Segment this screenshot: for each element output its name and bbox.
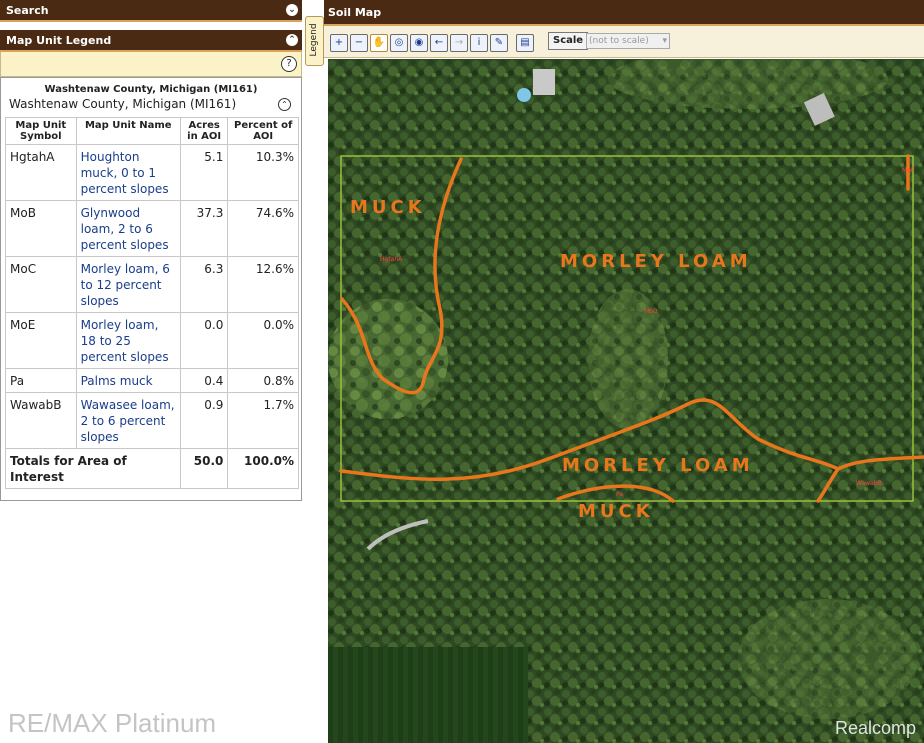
cell-percent: 1.7% <box>227 392 299 449</box>
search-panel-title: Search <box>6 4 49 17</box>
cell-symbol: MoE <box>5 312 77 369</box>
help-icon[interactable]: ? <box>281 56 297 72</box>
collapse-chevron-icon[interactable]: ⌃ <box>286 34 298 46</box>
totals-acres: 50.0 <box>179 448 229 489</box>
pool <box>517 88 531 102</box>
map-unit-legend: Washtenaw County, Michigan (MI161) Washt… <box>0 77 302 501</box>
legend-help-bar: ? <box>0 52 302 77</box>
col-acres: Acres in AOI <box>179 117 229 145</box>
unit-label-pa: Pa <box>616 491 623 498</box>
unit-label-hgtaha: HgtahA <box>380 256 403 263</box>
county-group-row[interactable]: Washtenaw County, Michigan (MI161) ⌃ <box>1 95 301 114</box>
collapse-group-icon[interactable]: ⌃ <box>278 98 291 111</box>
map-label-muck-bottom: MUCK <box>578 501 654 522</box>
back-arrow-icon[interactable]: ← <box>430 34 448 52</box>
county-heading: Washtenaw County, Michigan (MI161) <box>44 84 258 95</box>
cell-name-link[interactable]: Houghton muck, 0 to 1 percent slopes <box>75 144 181 201</box>
watermark-realcomp: Realcomp <box>834 718 916 738</box>
totals-percent: 100.0% <box>227 448 299 489</box>
cell-acres: 6.3 <box>179 256 229 313</box>
cell-name-link[interactable]: Glynwood loam, 2 to 6 percent slopes <box>75 200 181 257</box>
cell-symbol: Pa <box>5 368 77 393</box>
legend-tab[interactable]: Legend <box>305 16 324 66</box>
lighter-vegetation <box>738 599 918 719</box>
scale-button[interactable]: Scale <box>548 32 589 50</box>
col-name: Map Unit Name <box>75 117 181 145</box>
cell-name-link[interactable]: Palms muck <box>75 368 181 393</box>
table-row: MoE Morley loam, 18 to 25 percent slopes… <box>5 312 299 369</box>
chevron-down-icon: ▾ <box>662 36 667 46</box>
lighter-vegetation <box>328 299 448 419</box>
map-label-muck-top: MUCK <box>350 197 426 218</box>
table-row: HgtahA Houghton muck, 0 to 1 percent slo… <box>5 144 299 201</box>
unit-label-wawabb: WawabB <box>856 480 882 487</box>
full-extent-icon[interactable]: ◎ <box>390 34 408 52</box>
zoom-in-icon[interactable]: + <box>330 34 348 52</box>
table-row: Pa Palms muck 0.4 0.8% <box>5 368 299 393</box>
cell-percent: 74.6% <box>227 200 299 257</box>
map-label-morley-bottom: MORLEY LOAM <box>562 455 754 476</box>
measure-ruler-icon[interactable]: ✎ <box>490 34 508 52</box>
cell-acres: 0.4 <box>179 368 229 393</box>
table-row: MoB Glynwood loam, 2 to 6 percent slopes… <box>5 200 299 257</box>
pan-hand-icon[interactable]: ✋ <box>370 34 388 52</box>
cell-acres: 0.0 <box>179 312 229 369</box>
identify-info-icon[interactable]: i <box>470 34 488 52</box>
map-label-morley-top: MORLEY LOAM <box>560 251 752 272</box>
county-group-label: Washtenaw County, Michigan (MI161) <box>9 97 237 111</box>
map-toolbar: + − ✋ ◎ ◉ ← → i ✎ ▤ Scale (not to scale)… <box>324 26 924 58</box>
aoi-icon[interactable]: ◉ <box>410 34 428 52</box>
building-roof <box>533 69 555 95</box>
legend-panel-header[interactable]: Map Unit Legend ⌃ <box>0 30 302 52</box>
cell-symbol: WawabB <box>5 392 77 449</box>
cell-percent: 0.8% <box>227 368 299 393</box>
soil-map-title: Soil Map <box>328 6 382 19</box>
panel-gutter <box>302 0 324 743</box>
cell-acres: 37.3 <box>179 200 229 257</box>
cell-symbol: MoB <box>5 200 77 257</box>
watermark-remax: RE/MAX Platinum <box>8 708 217 738</box>
legend-table: Map Unit Symbol Map Unit Name Acres in A… <box>5 117 299 489</box>
cell-name-link[interactable]: Wawasee loam, 2 to 6 percent slopes <box>75 392 181 449</box>
cell-name-link[interactable]: Morley loam, 18 to 25 percent slopes <box>75 312 181 369</box>
left-panel: Search ⌄ Map Unit Legend ⌃ ? Washtenaw C… <box>0 0 302 743</box>
crop-field <box>328 647 528 743</box>
cell-acres: 0.9 <box>179 392 229 449</box>
forward-arrow-icon[interactable]: → <box>450 34 468 52</box>
cell-percent: 0.0% <box>227 312 299 369</box>
cell-symbol: MoC <box>5 256 77 313</box>
soil-map-header: Soil Map <box>324 0 924 26</box>
totals-row: Totals for Area of Interest 50.0 100.0% <box>5 448 299 489</box>
map-svg: MUCK MORLEY LOAM MORLEY LOAM MUCK HgtahA… <box>328 59 924 743</box>
scale-select-value: (not to scale) <box>589 36 649 46</box>
cell-percent: 10.3% <box>227 144 299 201</box>
print-icon[interactable]: ▤ <box>516 34 534 52</box>
scale-select[interactable]: (not to scale) ▾ <box>586 33 670 49</box>
legend-panel-title: Map Unit Legend <box>6 34 112 47</box>
search-panel-header[interactable]: Search ⌄ <box>0 0 302 22</box>
unit-label-mod: MoD <box>644 308 658 315</box>
col-percent: Percent of AOI <box>227 117 299 145</box>
table-row: MoC Morley loam, 6 to 12 percent slopes … <box>5 256 299 313</box>
col-symbol: Map Unit Symbol <box>5 117 77 145</box>
cell-percent: 12.6% <box>227 256 299 313</box>
legend-table-header: Map Unit Symbol Map Unit Name Acres in A… <box>5 117 299 145</box>
aerial-map-canvas[interactable]: MUCK MORLEY LOAM MORLEY LOAM MUCK HgtahA… <box>328 59 924 743</box>
legend-tab-label: Legend <box>309 23 319 57</box>
unit-label-moe: MoE <box>902 167 915 174</box>
cell-acres: 5.1 <box>179 144 229 201</box>
table-row: WawabB Wawasee loam, 2 to 6 percent slop… <box>5 392 299 449</box>
cell-symbol: HgtahA <box>5 144 77 201</box>
zoom-out-icon[interactable]: − <box>350 34 368 52</box>
totals-label: Totals for Area of Interest <box>5 448 181 489</box>
expand-chevron-icon[interactable]: ⌄ <box>286 4 298 16</box>
cell-name-link[interactable]: Morley loam, 6 to 12 percent slopes <box>75 256 181 313</box>
